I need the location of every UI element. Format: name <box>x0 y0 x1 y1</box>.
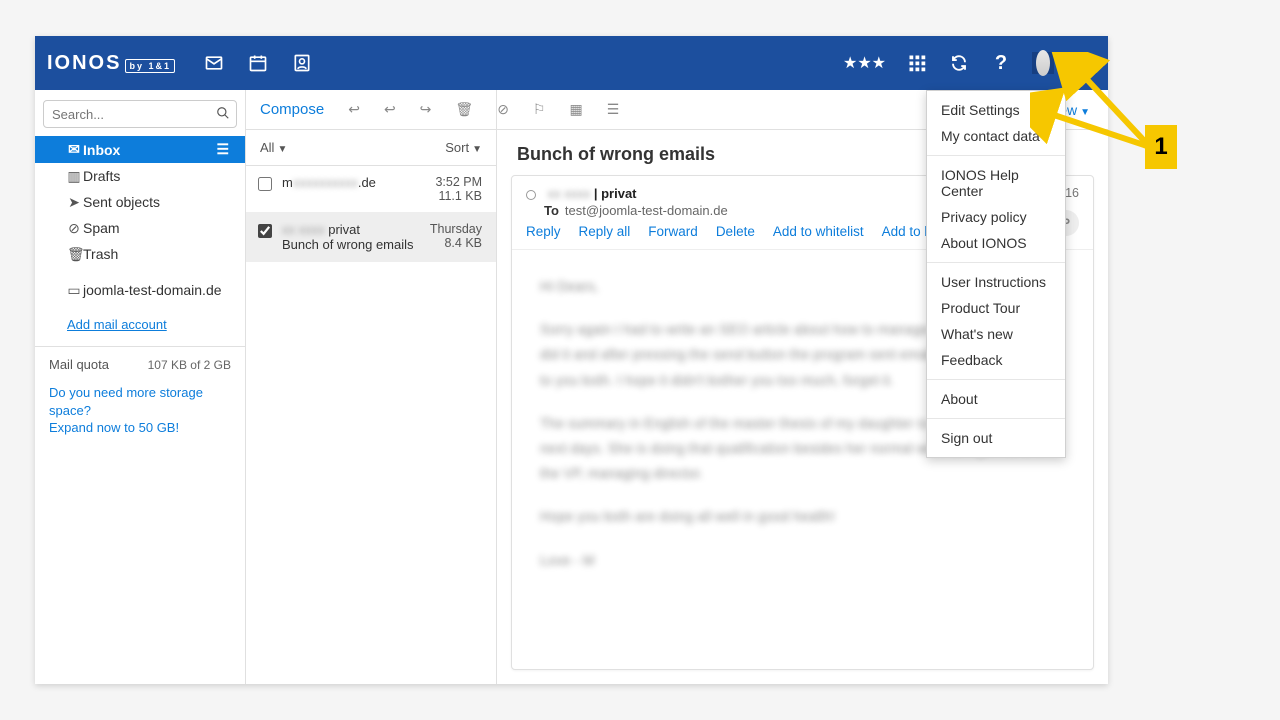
quota-value: 107 KB of 2 GB <box>148 358 231 372</box>
reply-link[interactable]: Reply <box>526 224 561 239</box>
calendar-icon[interactable] <box>247 52 269 74</box>
list-toolbar: Compose ↩ ↩ ↪ 🗑 ⊘ ⚐ ▦ ☰ <box>246 90 496 130</box>
folder-label: joomla-test-domain.de <box>83 282 222 298</box>
avatar-icon <box>1036 50 1050 76</box>
stars-icon[interactable]: ★★★ <box>843 52 886 74</box>
top-right-icons: ★★★ ? <box>843 52 1096 74</box>
message-time: Thursday 8.4 KB <box>430 222 482 252</box>
storage-line1: Do you need more storage space? <box>49 384 231 419</box>
message-from: xx xxxx privat <box>282 222 420 237</box>
search-input[interactable] <box>43 100 237 128</box>
reply-all-link[interactable]: Reply all <box>579 224 631 239</box>
delete-link[interactable]: Delete <box>716 224 755 239</box>
message-item[interactable]: xx xxxx privat Bunch of wrong emails Thu… <box>246 213 496 262</box>
logout-icon[interactable] <box>1074 52 1096 74</box>
message-time: 3:52 PM 11.1 KB <box>435 175 482 203</box>
menu-my-contact-data[interactable]: My contact data <box>927 123 1065 149</box>
sidebar: ✉ Inbox ☰ ▥ Drafts ➤ Sent objects ⊘ Spam <box>35 90 246 684</box>
message-checkbox[interactable] <box>258 224 272 238</box>
menu-privacy[interactable]: Privacy policy <box>927 204 1065 230</box>
mail-icon[interactable] <box>203 52 225 74</box>
sent-icon: ➤ <box>67 194 81 211</box>
menu-product-tour[interactable]: Product Tour <box>927 295 1065 321</box>
account-dropdown: Edit Settings My contact data IONOS Help… <box>926 90 1066 458</box>
folder-list: ✉ Inbox ☰ ▥ Drafts ➤ Sent objects ⊘ Spam <box>35 136 245 303</box>
menu-help-center[interactable]: IONOS Help Center <box>927 162 1065 204</box>
annotation-badge: 1 <box>1145 125 1177 169</box>
quota-label: Mail quota <box>49 357 109 372</box>
menu-feedback[interactable]: Feedback <box>927 347 1065 373</box>
reply-all-icon[interactable]: ↩ <box>384 101 396 118</box>
folder-icon: ▭ <box>67 282 81 299</box>
search <box>43 100 237 128</box>
message-meta: xx xxxx privat Bunch of wrong emails <box>282 222 420 252</box>
add-mail-account-link[interactable]: Add mail account <box>67 317 245 332</box>
sort-button[interactable]: Sort▼ <box>445 140 482 155</box>
folder-trash[interactable]: 🗑 Trash <box>35 241 245 267</box>
message-meta: mxxxxxxxxxx.de <box>282 175 425 203</box>
folder-label: Trash <box>83 246 118 262</box>
help-icon[interactable]: ? <box>990 52 1012 74</box>
logo: IONOS by 1&1 <box>47 52 175 75</box>
menu-sign-out[interactable]: Sign out <box>927 425 1065 451</box>
folder-label: Inbox <box>83 142 120 158</box>
inbox-icon: ✉ <box>67 141 81 158</box>
message-subject: Bunch of wrong emails <box>282 237 420 252</box>
whitelist-link[interactable]: Add to whitelist <box>773 224 864 239</box>
logo-subtext: by 1&1 <box>125 59 175 73</box>
forward-icon[interactable]: ↪ <box>420 101 432 118</box>
spam-icon: ⊘ <box>67 220 81 237</box>
topbar: IONOS by 1&1 ★★★ ? <box>35 36 1108 90</box>
app-window: IONOS by 1&1 ★★★ ? ✉ In <box>35 36 1108 684</box>
message-from: mxxxxxxxxxx.de <box>282 175 425 190</box>
menu-edit-settings[interactable]: Edit Settings <box>927 97 1065 123</box>
menu-about[interactable]: About <box>927 386 1065 412</box>
reply-icon[interactable]: ↩ <box>348 101 360 118</box>
menu-about-ionos[interactable]: About IONOS <box>927 230 1065 256</box>
forward-link[interactable]: Forward <box>648 224 698 239</box>
read-indicator-icon <box>526 190 536 200</box>
top-left-icons <box>203 52 313 74</box>
folder-inbox[interactable]: ✉ Inbox ☰ <box>35 136 245 163</box>
message-checkbox[interactable] <box>258 177 272 191</box>
compose-button[interactable]: Compose <box>260 101 324 118</box>
logo-text: IONOS <box>47 52 121 75</box>
storage-upsell[interactable]: Do you need more storage space? Expand n… <box>35 372 245 437</box>
message-item[interactable]: mxxxxxxxxxx.de 3:52 PM 11.1 KB <box>246 166 496 213</box>
folder-drafts[interactable]: ▥ Drafts <box>35 163 245 189</box>
mail-quota: Mail quota 107 KB of 2 GB <box>35 357 245 372</box>
contacts-icon[interactable] <box>291 52 313 74</box>
delete-icon[interactable]: 🗑 <box>455 101 473 118</box>
folder-label: Drafts <box>83 168 120 184</box>
menu-whats-new[interactable]: What's new <box>927 321 1065 347</box>
trash-icon: 🗑 <box>67 246 81 263</box>
search-button[interactable] <box>213 104 233 124</box>
drafts-icon: ▥ <box>67 168 81 185</box>
folder-label: Sent objects <box>83 194 160 210</box>
hamburger-icon[interactable]: ☰ <box>216 141 229 158</box>
storage-line2: Expand now to 50 GB! <box>49 419 231 437</box>
menu-user-instructions[interactable]: User Instructions <box>927 269 1065 295</box>
folder-label: Spam <box>83 220 120 236</box>
apps-icon[interactable] <box>906 52 928 74</box>
folder-sent[interactable]: ➤ Sent objects <box>35 189 245 215</box>
divider <box>35 346 245 347</box>
filter-all[interactable]: All▼ <box>260 140 287 155</box>
avatar-menu[interactable] <box>1032 52 1054 74</box>
refresh-icon[interactable] <box>948 52 970 74</box>
folder-domain[interactable]: ▭ joomla-test-domain.de <box>35 277 245 303</box>
message-list-column: Compose ↩ ↩ ↪ 🗑 ⊘ ⚐ ▦ ☰ All▼ Sort▼ mxxxx… <box>246 90 497 684</box>
folder-spam[interactable]: ⊘ Spam <box>35 215 245 241</box>
list-header: All▼ Sort▼ <box>246 130 496 166</box>
